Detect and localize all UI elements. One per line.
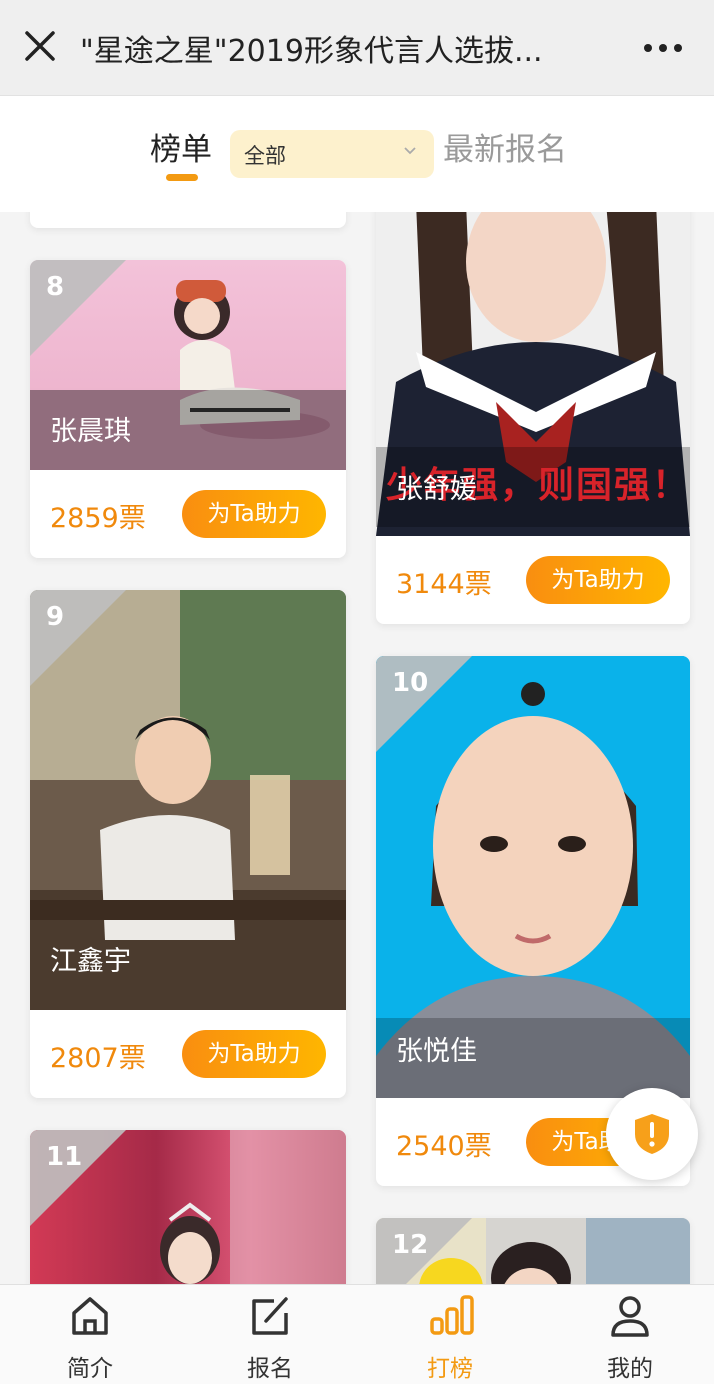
nav-intro[interactable]: 简介 [30,1285,150,1384]
home-icon [72,1297,108,1335]
rank-number: 8 [46,272,65,302]
more-icon[interactable] [644,44,684,54]
vote-button[interactable]: 为Ta助力 [182,1030,326,1078]
nav-label: 简介 [67,1356,113,1382]
contestant-photo[interactable]: 少年强，则国强！ 张舒媛 [376,212,690,536]
tab-board[interactable]: 榜单 [150,124,212,169]
contestant-name: 张晨琪 [50,416,131,447]
contestant-card: 12 [376,1218,690,1284]
contestant-photo[interactable]: 8 张晨琪 [30,260,346,470]
rank-badge [30,260,126,356]
filter-select[interactable]: 全部 [230,130,434,178]
nav-label: 报名 [247,1356,293,1382]
nav-signup[interactable]: 报名 [210,1285,330,1384]
rank-number: 12 [392,1230,429,1260]
rank-number: 9 [46,602,65,632]
close-icon[interactable] [22,28,58,64]
contestant-photo[interactable]: 10 张悦佳 [376,656,690,1098]
bar-chart-icon [430,1295,474,1335]
contestant-card: 少年强，则国强！ 张舒媛 3144票 为Ta助力 [376,212,690,624]
edit-icon [252,1297,288,1335]
tab-bar: 榜单 全部 最新报名 [0,96,714,212]
contestant-card: 11 [30,1130,346,1284]
vote-count: 2859票 [50,503,146,534]
page-title: "星途之星"2019形象代言人选拔... [80,34,543,69]
contestant-photo[interactable]: 11 [30,1130,346,1284]
vote-button[interactable]: 为Ta助力 [182,490,326,538]
contestant-name: 张舒媛 [396,474,477,505]
contestant-name: 江鑫宇 [50,946,131,977]
vote-button[interactable]: 为Ta助力 [526,556,670,604]
user-icon [611,1296,649,1337]
contestant-card: 9 江鑫宇 2807票 为Ta助力 [30,590,346,1098]
rank-number: 11 [46,1142,83,1172]
nav-mine[interactable]: 我的 [570,1285,690,1384]
chevron-down-icon [404,147,416,155]
contestant-card: 8 张晨琪 2859票 为Ta助力 [30,260,346,558]
rank-number: 10 [392,668,429,698]
nav-ranking[interactable]: 打榜 [390,1285,510,1384]
contestant-photo[interactable]: 9 江鑫宇 [30,590,346,1010]
vote-count: 2807票 [50,1043,146,1074]
bottom-nav: 简介 报名 打榜 我的 [0,1284,714,1384]
nav-label: 打榜 [427,1356,473,1382]
vote-count: 3144票 [396,569,492,600]
active-tab-indicator [166,174,198,181]
contestant-name: 张悦佳 [396,1036,477,1067]
contestant-card [30,212,346,228]
title-bar: "星途之星"2019形象代言人选拔... [0,0,714,96]
tab-latest[interactable]: 最新报名 [443,124,567,169]
contestant-photo[interactable]: 12 [376,1218,690,1284]
rank-badge [30,590,126,686]
shield-alert-icon [635,1114,669,1154]
filter-value: 全部 [244,144,286,168]
vote-count: 2540票 [396,1131,492,1162]
nav-label: 我的 [607,1356,653,1382]
report-button[interactable] [606,1088,698,1180]
